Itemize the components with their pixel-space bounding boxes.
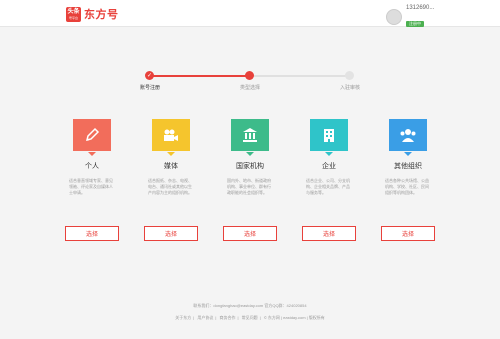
footer: 联系我们：dongfanghao@eastday.com 官方QQ群：42402… bbox=[0, 303, 500, 321]
tile-pointer bbox=[325, 152, 333, 156]
user-menu[interactable]: 1312690... 注册中 bbox=[386, 4, 434, 30]
logo-badge-subtext: 号平台 bbox=[68, 15, 78, 20]
government-building-icon bbox=[231, 119, 269, 151]
step-label: 入驻审核 bbox=[339, 85, 360, 91]
card-icon-tile bbox=[310, 119, 348, 156]
card-title: 企业 bbox=[322, 163, 336, 170]
card-title: 其他组织 bbox=[394, 163, 422, 170]
card-description: 适合各种公共场馆、公益机构、学校、社区、民间组织等机构团体。 bbox=[385, 178, 429, 195]
people-group-icon bbox=[389, 119, 427, 151]
account-type-card-enterprise: 企业 适合企业、公司、分支机构、企业相关品牌、产品与服务等。 选择 bbox=[302, 119, 356, 241]
logo-text: 东方号 bbox=[84, 9, 119, 21]
account-type-card-other: 其他组织 适合各种公共场馆、公益机构、学校、社区、民间组织等机构团体。 选择 bbox=[381, 119, 435, 241]
card-icon-tile bbox=[231, 119, 269, 156]
account-type-card-personal: 个人 适合垂直领域专家、意见领袖、评论家及自媒体人士申请。 选择 bbox=[65, 119, 119, 241]
account-type-card-government: 国家机构 国内外、地市、街道政府机构、事业单位、群有行政职能的社会组织等。 选择 bbox=[223, 119, 277, 241]
step-label: 类型选择 bbox=[239, 85, 260, 91]
tile-pointer bbox=[404, 152, 412, 156]
logo-badge: 头条 号平台 bbox=[66, 6, 81, 22]
footer-contact: 联系我们：dongfanghao@eastday.com 官方QQ群：42402… bbox=[193, 303, 307, 308]
footer-link-about[interactable]: 关于东方 bbox=[175, 315, 191, 320]
card-icon-tile bbox=[152, 119, 190, 156]
step-2-dot bbox=[245, 71, 254, 80]
video-camera-icon bbox=[152, 119, 190, 151]
step-1-check-icon: ✓ bbox=[145, 71, 154, 80]
card-title: 个人 bbox=[85, 163, 99, 170]
account-type-card-media: 媒体 适合报纸、杂志、电视、电台、通讯社或其他以生产内容为主的组织机构。 选择 bbox=[144, 119, 198, 241]
user-name: 1312690... bbox=[406, 5, 435, 11]
card-description: 适合垂直领域专家、意见领袖、评论家及自媒体人士申请。 bbox=[69, 178, 113, 195]
step-line-pending bbox=[250, 75, 350, 77]
card-icon-tile bbox=[73, 119, 111, 156]
card-description: 适合企业、公司、分支机构、企业相关品牌、产品与服务等。 bbox=[306, 178, 350, 195]
top-bar: 头条 号平台 东方号 1312690... 注册中 bbox=[0, 0, 500, 27]
card-icon-tile bbox=[389, 119, 427, 156]
card-title: 国家机构 bbox=[236, 163, 264, 170]
user-info: 1312690... 注册中 bbox=[406, 4, 434, 30]
card-description: 国内外、地市、街道政府机构、事业单位、群有行政职能的社会组织等。 bbox=[227, 178, 271, 195]
step-3-dot bbox=[345, 71, 354, 80]
step-label: 账号注册 bbox=[139, 85, 160, 91]
card-title: 媒体 bbox=[164, 163, 178, 170]
footer-copyright: © 东方网 | eastday.com | 版权所有 bbox=[263, 315, 325, 320]
office-building-icon bbox=[310, 119, 348, 151]
select-button[interactable]: 选择 bbox=[65, 226, 119, 241]
footer-links: 关于东方 | 用户协议 | 商务合作 | 常见问题 | © 东方网 | eastday.… bbox=[175, 315, 325, 320]
card-description: 适合报纸、杂志、电视、电台、通讯社或其他以生产内容为主的组织机构。 bbox=[148, 178, 192, 195]
user-status-badge: 注册中 bbox=[406, 21, 424, 27]
tile-pointer bbox=[88, 152, 96, 156]
footer-link-business[interactable]: 商务合作 bbox=[220, 315, 236, 320]
select-button[interactable]: 选择 bbox=[144, 226, 198, 241]
select-button[interactable]: 选择 bbox=[223, 226, 277, 241]
select-button[interactable]: 选择 bbox=[302, 226, 356, 241]
logo-badge-text: 头条 bbox=[67, 8, 80, 15]
select-button[interactable]: 选择 bbox=[381, 226, 435, 241]
step-line-complete bbox=[150, 75, 250, 77]
footer-link-agreement[interactable]: 用户协议 bbox=[197, 315, 213, 320]
progress-steps: ✓ 账号注册 类型选择 入驻审核 bbox=[140, 71, 360, 95]
avatar[interactable] bbox=[386, 9, 402, 25]
footer-link-faq[interactable]: 常见问题 bbox=[242, 315, 258, 320]
tile-pointer bbox=[246, 152, 254, 156]
pencil-icon bbox=[73, 119, 111, 151]
logo[interactable]: 头条 号平台 东方号 bbox=[66, 6, 119, 22]
tile-pointer bbox=[167, 152, 175, 156]
